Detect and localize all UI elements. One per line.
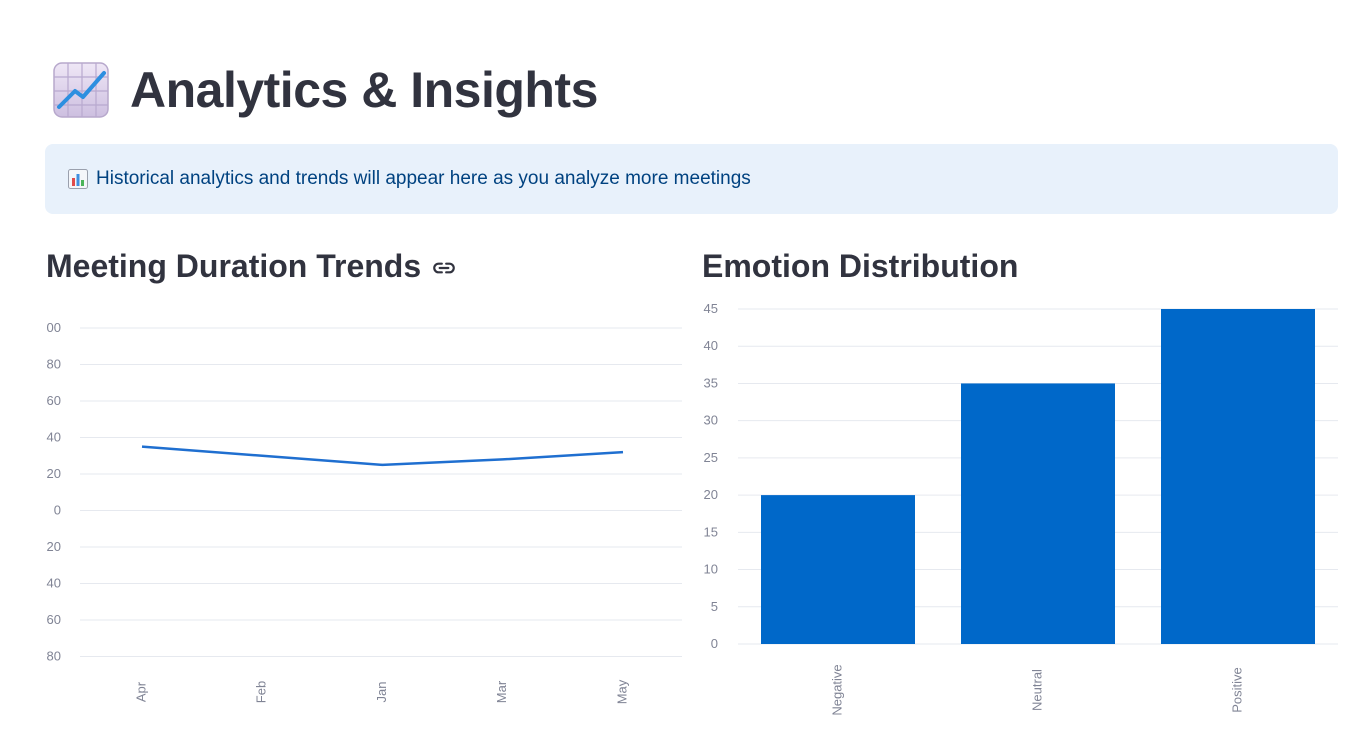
y-tick-label: 15 [704,524,718,539]
y-tick-label: 60 [47,612,61,627]
y-tick-label: 40 [47,430,61,445]
x-tick-label: May [614,679,629,704]
bar-negative [761,495,915,644]
y-tick-label: 20 [704,487,718,502]
y-tick-label: 80 [47,357,61,372]
y-tick-label: 40 [47,576,61,591]
y-tick-label: 40 [704,338,718,353]
x-tick-label: Feb [254,681,269,703]
y-tick-label: 80 [47,649,61,664]
y-tick-label: 35 [704,375,718,390]
duration-series-line [141,445,624,467]
y-tick-label: 25 [704,450,718,465]
y-tick-label: 10 [704,562,718,577]
duration-line-chart: 00 80 60 40 20 0 20 40 60 80 Apr Feb Jan Mar May [47,320,682,704]
y-tick-label: 0 [54,503,61,518]
x-tick-label: Negative [829,664,844,715]
emotion-bar-chart: 0 5 10 15 20 25 30 35 40 45 Negative Neutral Positiv… [704,301,1338,716]
y-tick-label: 60 [47,393,61,408]
y-tick-label: 20 [47,539,61,554]
x-tick-label: Neutral [1029,669,1044,711]
bar-positive [1161,309,1315,644]
y-tick-label: 0 [711,636,718,651]
y-tick-label: 45 [704,301,718,316]
x-tick-label: Apr [133,681,148,702]
x-tick-label: Mar [494,680,509,703]
x-tick-label: Jan [374,682,389,703]
y-tick-label: 30 [704,413,718,428]
y-tick-label: 5 [711,599,718,614]
x-tick-label: Positive [1229,667,1244,713]
bar-neutral [961,383,1115,644]
y-tick-label: 00 [47,320,61,335]
y-tick-label: 20 [47,466,61,481]
